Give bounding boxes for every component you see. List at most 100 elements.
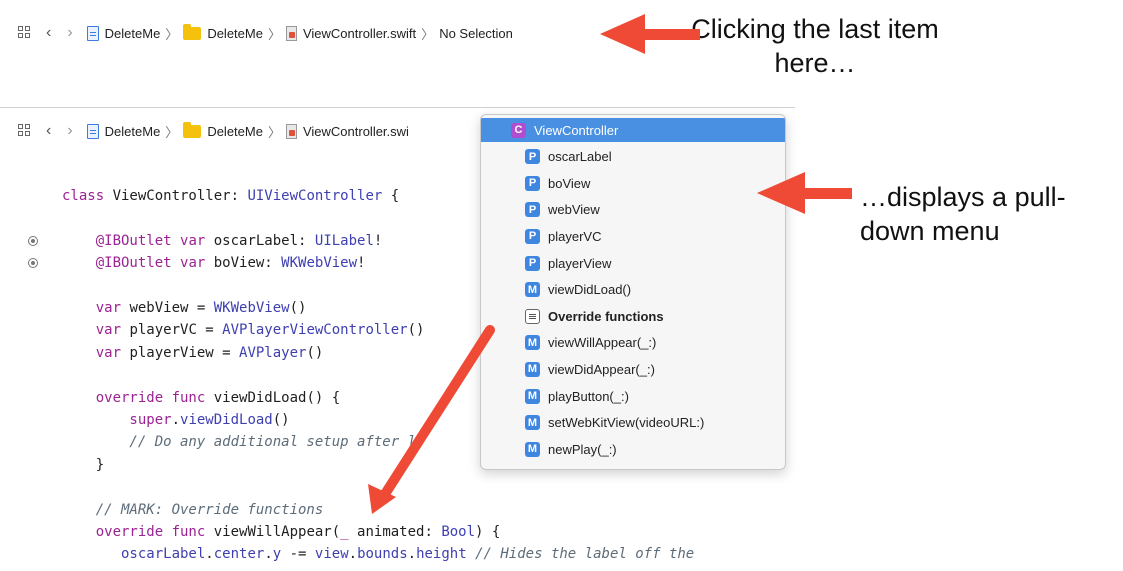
code-line[interactable]: override func viewWillAppear(_ animated:…: [62, 521, 501, 543]
crumb-project-label: DeleteMe: [104, 25, 161, 41]
crumb-folder[interactable]: DeleteMe: [183, 121, 263, 139]
back-chevron-icon[interactable]: ‹: [46, 123, 51, 139]
code-line[interactable]: super.viewDidLoad(): [62, 409, 290, 431]
code-token: @IBOutlet: [62, 255, 181, 272]
crumb-project[interactable]: DeleteMe: [86, 123, 161, 139]
code-line[interactable]: // MARK: Override functions: [62, 499, 324, 521]
crumb-file[interactable]: ViewController.swi: [285, 123, 409, 139]
property-badge-icon: P: [525, 255, 540, 271]
menu-item-label: playerView: [548, 255, 612, 271]
crumb-folder[interactable]: DeleteMe: [183, 23, 263, 41]
menu-item[interactable]: C ViewController: [481, 118, 785, 142]
code-token: ViewController:: [112, 188, 248, 204]
menu-item[interactable]: PplayerView: [481, 251, 785, 275]
method-badge-icon: M: [525, 282, 540, 298]
code-token: -=: [281, 546, 315, 563]
method-badge-icon: M: [525, 441, 540, 457]
code-token: oscarLabel: [62, 546, 206, 563]
menu-item[interactable]: PboView: [481, 171, 785, 195]
code-line[interactable]: @IBOutlet var boView: WKWebView!: [62, 252, 366, 274]
code-line[interactable]: }: [62, 454, 104, 476]
code-token: oscarLabel:: [213, 232, 315, 249]
code-token: y: [272, 546, 282, 563]
menu-item-label: webView: [548, 202, 600, 218]
symbol-pulldown-menu[interactable]: C ViewController PoscarLabel PboView PwebVie…: [480, 114, 786, 470]
menu-item[interactable]: MviewWillAppear(_:): [481, 331, 785, 355]
menu-item[interactable]: MsetWebKitView(videoURL:): [481, 411, 785, 435]
code-token: .: [407, 546, 417, 563]
menu-item-label: boView: [548, 175, 591, 191]
menu-item[interactable]: MviewDidLoad(): [481, 278, 785, 302]
code-line[interactable]: class ViewController: UIViewController {: [62, 185, 399, 207]
menu-item-label: playerVC: [548, 228, 602, 244]
folder-icon: [183, 121, 202, 138]
code-line[interactable]: var playerView = AVPlayer(): [62, 342, 324, 364]
code-token: viewDidLoad: [180, 412, 273, 428]
menu-item-label: viewWillAppear(_:): [548, 335, 657, 351]
related-items-grid-icon[interactable]: [18, 26, 32, 40]
property-badge-icon: P: [525, 149, 540, 165]
folder-icon: [183, 23, 202, 40]
code-token: center: [213, 546, 265, 563]
project-file-icon: [86, 123, 99, 139]
crumb-project[interactable]: DeleteMe: [86, 25, 161, 41]
code-line[interactable]: var playerVC = AVPlayerViewController(): [62, 319, 425, 341]
code-line[interactable]: // Do any additional setup after lo: [62, 431, 424, 453]
code-token: {: [382, 188, 400, 204]
menu-item-label: ViewController: [534, 122, 619, 138]
code-token: UIViewController: [247, 188, 383, 204]
swift-file-icon: [285, 25, 297, 41]
code-token: (): [306, 344, 324, 361]
code-line[interactable]: oscarLabel.center.y -= view.bounds.heigh…: [62, 543, 694, 565]
code-line[interactable]: @IBOutlet var oscarLabel: UILabel!: [62, 230, 383, 252]
outlet-connected-icon[interactable]: [28, 258, 38, 268]
method-badge-icon: M: [525, 415, 540, 431]
crumb-project-label: DeleteMe: [104, 123, 161, 139]
code-token: func: [171, 389, 214, 406]
code-token: .: [264, 546, 273, 563]
menu-item[interactable]: MplayButton(_:): [481, 384, 785, 408]
code-token: ) {: [475, 524, 501, 540]
code-token: .: [348, 546, 358, 563]
code-token: var: [62, 322, 130, 339]
menu-item-label: oscarLabel: [548, 149, 612, 165]
forward-chevron-icon[interactable]: ›: [67, 123, 72, 139]
related-items-grid-icon[interactable]: [18, 124, 32, 138]
menu-item[interactable]: MviewDidAppear(_:): [481, 357, 785, 381]
code-token: func: [171, 524, 214, 540]
menu-item[interactable]: PplayerVC: [481, 224, 785, 248]
code-token: (): [272, 412, 290, 428]
code-token: webView =: [129, 300, 214, 316]
code-line[interactable]: var webView = WKWebView(): [62, 297, 307, 319]
menu-item[interactable]: MnewPlay(_:): [481, 437, 785, 461]
code-token: WKWebView: [281, 255, 358, 272]
code-token: override: [62, 389, 172, 406]
code-line[interactable]: override func viewDidLoad() {: [62, 387, 340, 409]
code-token: viewDidLoad() {: [213, 389, 341, 406]
property-badge-icon: P: [525, 228, 540, 244]
back-chevron-icon[interactable]: ‹: [46, 25, 51, 41]
code-token: view: [314, 546, 349, 563]
outlet-connected-icon[interactable]: [28, 236, 38, 246]
forward-chevron-icon[interactable]: ›: [67, 25, 72, 41]
crumb-file[interactable]: ViewController.swift: [285, 25, 417, 41]
crumb-symbol-label: No Selection: [439, 25, 513, 41]
jump-bar-top: ‹ › DeleteMe 〉 DeleteMe 〉 ViewController…: [18, 22, 513, 44]
crumb-symbol-selector[interactable]: No Selection: [439, 26, 513, 41]
code-token: var: [180, 255, 214, 272]
class-badge-icon: C: [511, 122, 526, 138]
code-token: WKWebView: [213, 300, 290, 316]
code-token: @IBOutlet: [62, 232, 181, 249]
menu-item[interactable]: PoscarLabel: [481, 145, 785, 169]
swift-file-icon: [285, 123, 297, 139]
crumb-file-label: ViewController.swift: [302, 25, 417, 41]
code-token: !: [357, 255, 366, 272]
menu-item-label: newPlay(_:): [548, 441, 617, 457]
menu-item-label: playButton(_:): [548, 388, 629, 404]
method-badge-icon: M: [525, 335, 540, 351]
property-badge-icon: P: [525, 175, 540, 191]
code-token: animated:: [357, 524, 442, 540]
menu-item[interactable]: Override functions: [481, 304, 785, 328]
menu-item[interactable]: PwebView: [481, 198, 785, 222]
code-token: height: [416, 546, 467, 563]
